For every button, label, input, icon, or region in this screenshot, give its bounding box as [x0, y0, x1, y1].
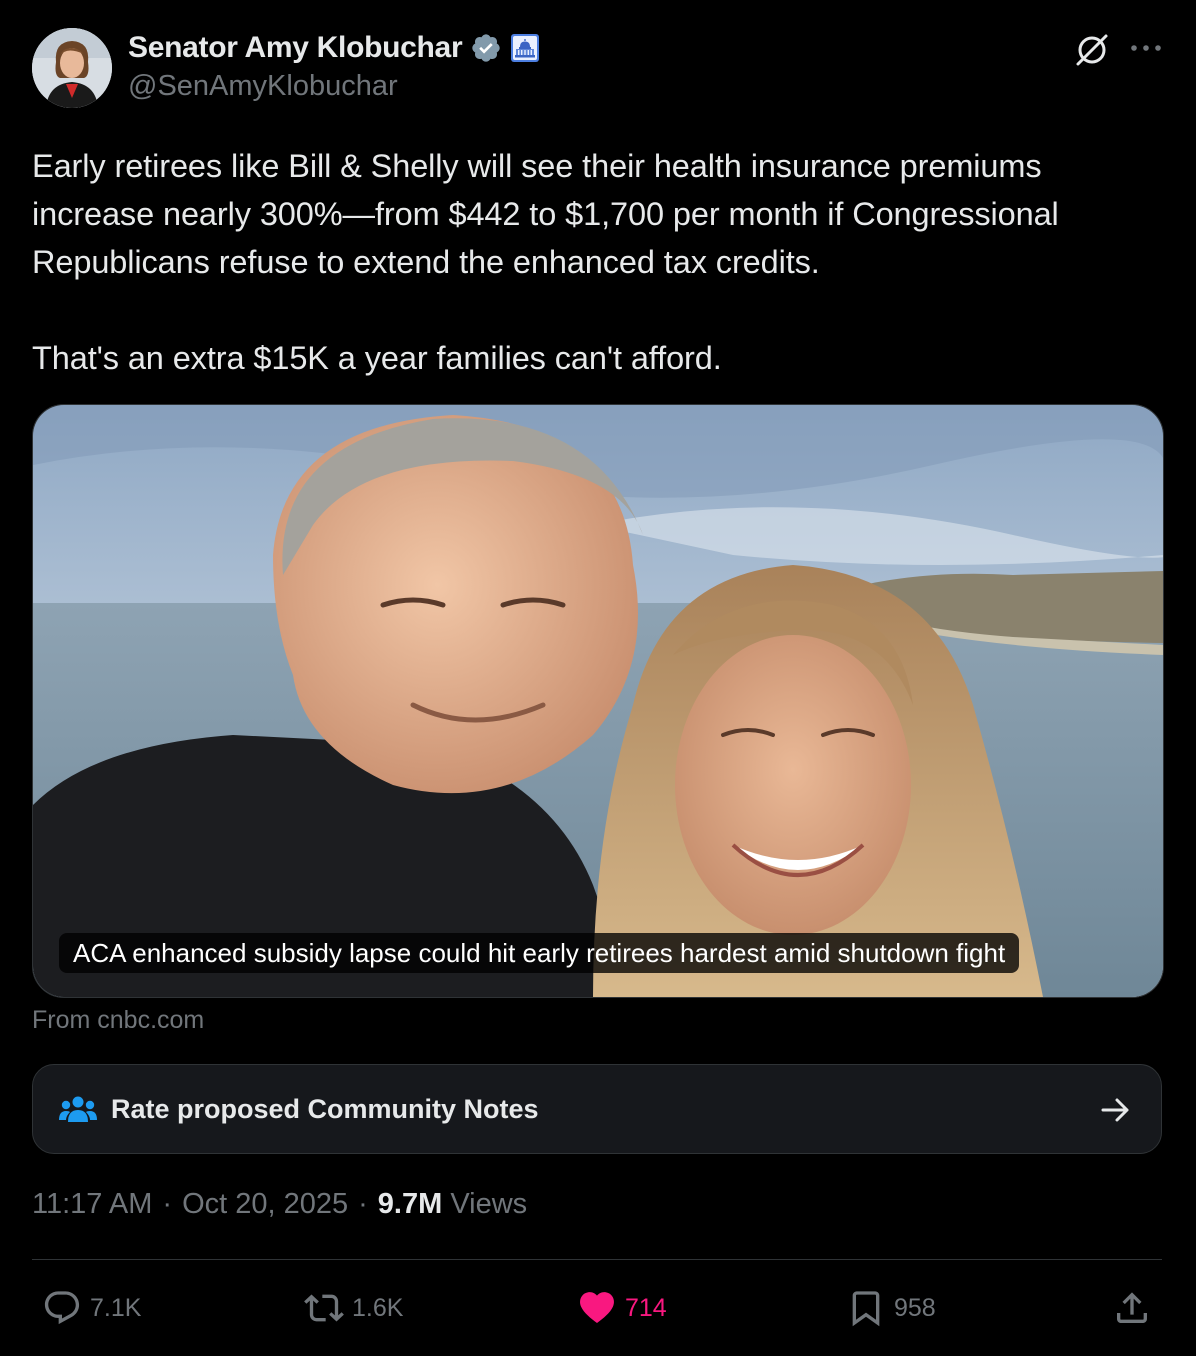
tweet-date[interactable]: Oct 20, 2025 [182, 1188, 348, 1221]
share-button[interactable] [1112, 1280, 1152, 1336]
link-preview-image [33, 405, 1163, 997]
repost-count: 1.6K [352, 1293, 404, 1322]
meta-separator: · [162, 1188, 173, 1220]
repost-button[interactable]: 1.6K [304, 1280, 403, 1336]
repost-icon [304, 1294, 344, 1322]
bookmark-count: 958 [894, 1293, 936, 1322]
share-icon [1117, 1292, 1147, 1323]
divider [32, 1259, 1162, 1260]
arrow-right-icon [1101, 1098, 1129, 1122]
action-bar: 7.1K 1.6K 714 958 [32, 1280, 1162, 1336]
reply-icon [44, 1291, 80, 1325]
meta-separator: · [358, 1188, 368, 1220]
link-preview-card[interactable]: ACA enhanced subsidy lapse could hit ear… [32, 404, 1164, 998]
tweet-paragraph: Early retirees like Bill & Shelly will s… [32, 148, 1059, 280]
heart-icon [580, 1292, 614, 1323]
more-options-icon[interactable] [1128, 30, 1164, 66]
reply-count: 7.1K [90, 1293, 142, 1322]
tweet-text: Early retirees like Bill & Shelly will s… [32, 142, 1172, 382]
grok-icon[interactable] [1072, 30, 1112, 70]
bookmark-button[interactable]: 958 [846, 1280, 936, 1336]
capitol-building-icon[interactable] [510, 33, 540, 63]
views-label: Views [450, 1188, 528, 1220]
author-handle[interactable]: @SenAmyKlobuchar [128, 70, 398, 103]
tweet-time[interactable]: 11:17 AM [32, 1188, 152, 1221]
link-preview-caption: ACA enhanced subsidy lapse could hit ear… [59, 933, 1020, 973]
author-avatar[interactable] [32, 28, 112, 108]
tweet-paragraph: That's an extra $15K a year families can… [32, 340, 722, 376]
bookmark-icon [852, 1291, 880, 1327]
like-button[interactable]: 714 [577, 1280, 667, 1336]
author-display-name[interactable]: Senator Amy Klobuchar [128, 31, 463, 65]
community-notes-icon [59, 1096, 97, 1122]
reply-button[interactable]: 7.1K [42, 1280, 141, 1336]
link-source[interactable]: From cnbc.com [32, 1006, 204, 1035]
verified-badge-icon[interactable] [470, 32, 502, 64]
avatar-image [32, 28, 112, 108]
community-notes-label: Rate proposed Community Notes [111, 1093, 539, 1124]
like-count: 714 [625, 1293, 667, 1322]
author-name-row: Senator Amy Klobuchar [128, 28, 540, 68]
community-notes-button[interactable]: Rate proposed Community Notes [32, 1064, 1162, 1154]
tweet-meta: 11:17 AM · Oct 20, 2025 · 9.7M Views [32, 1188, 527, 1221]
views-count: 9.7M [377, 1188, 443, 1220]
